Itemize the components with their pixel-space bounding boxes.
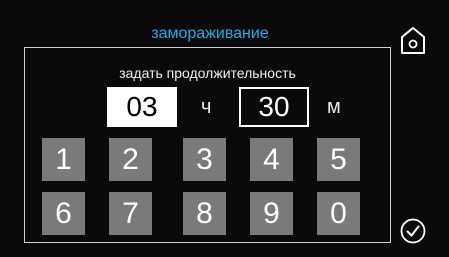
key-0[interactable]: 0 [317,192,360,235]
panel-subtitle: задать продолжительность [119,65,296,81]
key-8[interactable]: 8 [183,192,226,235]
confirm-button[interactable] [400,218,426,244]
key-5[interactable]: 5 [317,138,360,181]
key-6[interactable]: 6 [42,192,85,235]
minutes-unit-label: м [327,96,341,118]
key-4[interactable]: 4 [250,138,293,181]
home-button[interactable] [400,25,426,55]
hours-field[interactable]: 03 [107,87,177,127]
key-9[interactable]: 9 [250,192,293,235]
key-1[interactable]: 1 [42,138,85,181]
screen-title: замораживание [151,25,269,42]
home-icon [401,27,425,54]
minutes-field[interactable]: 30 [239,87,309,127]
duration-panel: задать продолжительность 03 ч 30 м 1 2 3… [24,47,391,243]
key-7[interactable]: 7 [109,192,152,235]
checkmark-circle-icon [400,218,426,244]
hours-unit-label: ч [201,96,212,118]
key-2[interactable]: 2 [109,138,152,181]
key-3[interactable]: 3 [183,138,226,181]
